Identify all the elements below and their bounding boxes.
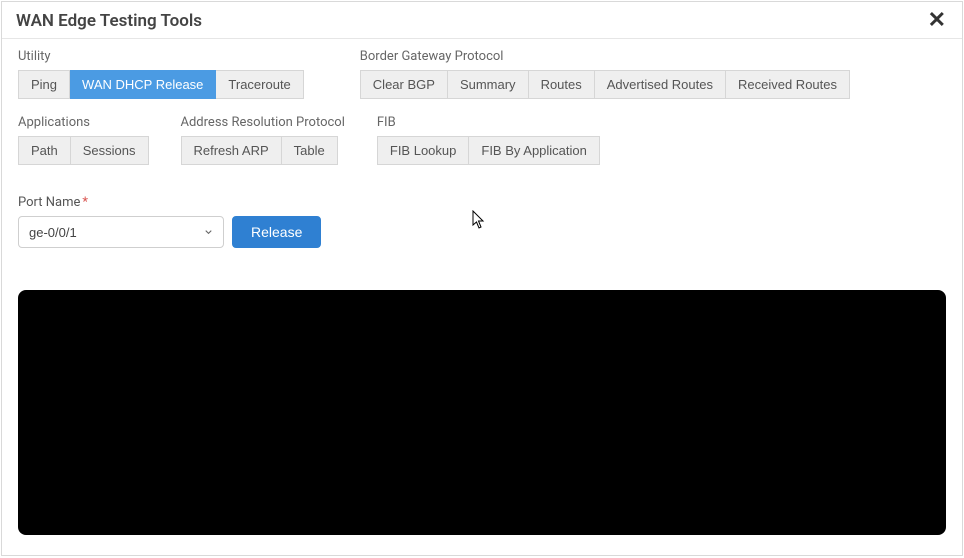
output-console[interactable] [18, 290, 946, 535]
group-fib: FIB FIB Lookup FIB By Application [377, 115, 600, 165]
arp-table-button[interactable]: Table [282, 136, 338, 165]
port-name-select-input[interactable]: ge-0/0/1 [18, 216, 224, 248]
group-utility: Utility Ping WAN DHCP Release Traceroute [18, 49, 304, 99]
second-group-row: Applications Path Sessions Address Resol… [18, 115, 946, 165]
bgp-summary-button[interactable]: Summary [448, 70, 529, 99]
clear-bgp-button[interactable]: Clear BGP [360, 70, 448, 99]
bgp-advertised-routes-button[interactable]: Advertised Routes [595, 70, 726, 99]
required-star: * [82, 195, 88, 210]
arp-button-row: Refresh ARP Table [181, 136, 345, 165]
release-button[interactable]: Release [232, 216, 321, 248]
group-bgp: Border Gateway Protocol Clear BGP Summar… [360, 49, 850, 99]
path-button[interactable]: Path [18, 136, 71, 165]
bgp-received-routes-button[interactable]: Received Routes [726, 70, 850, 99]
port-name-label-text: Port Name [18, 195, 80, 210]
fib-by-application-button[interactable]: FIB By Application [469, 136, 600, 165]
traceroute-button[interactable]: Traceroute [216, 70, 303, 99]
modal-title: WAN Edge Testing Tools [16, 11, 202, 31]
form-area: Port Name* ge-0/0/1 Release [18, 195, 946, 248]
group-fib-label: FIB [377, 115, 600, 130]
modal-header: WAN Edge Testing Tools ✕ [2, 2, 962, 39]
ping-button[interactable]: Ping [18, 70, 70, 99]
group-utility-label: Utility [18, 49, 304, 64]
bgp-routes-button[interactable]: Routes [529, 70, 595, 99]
wan-dhcp-release-button[interactable]: WAN DHCP Release [70, 70, 216, 99]
group-arp: Address Resolution Protocol Refresh ARP … [181, 115, 345, 165]
bgp-button-row: Clear BGP Summary Routes Advertised Rout… [360, 70, 850, 99]
top-group-row: Utility Ping WAN DHCP Release Traceroute… [18, 49, 946, 99]
fib-lookup-button[interactable]: FIB Lookup [377, 136, 470, 165]
refresh-arp-button[interactable]: Refresh ARP [181, 136, 282, 165]
port-name-select[interactable]: ge-0/0/1 [18, 216, 224, 248]
modal-container: WAN Edge Testing Tools ✕ Utility Ping WA… [1, 1, 963, 556]
sessions-button[interactable]: Sessions [71, 136, 149, 165]
applications-button-row: Path Sessions [18, 136, 149, 165]
form-row: ge-0/0/1 Release [18, 216, 946, 248]
group-applications: Applications Path Sessions [18, 115, 149, 165]
group-arp-label: Address Resolution Protocol [181, 115, 345, 130]
group-bgp-label: Border Gateway Protocol [360, 49, 850, 64]
modal-body: Utility Ping WAN DHCP Release Traceroute… [2, 39, 962, 551]
fib-button-row: FIB Lookup FIB By Application [377, 136, 600, 165]
port-name-label: Port Name* [18, 195, 946, 210]
group-applications-label: Applications [18, 115, 149, 130]
close-icon[interactable]: ✕ [926, 10, 948, 32]
utility-button-row: Ping WAN DHCP Release Traceroute [18, 70, 304, 99]
